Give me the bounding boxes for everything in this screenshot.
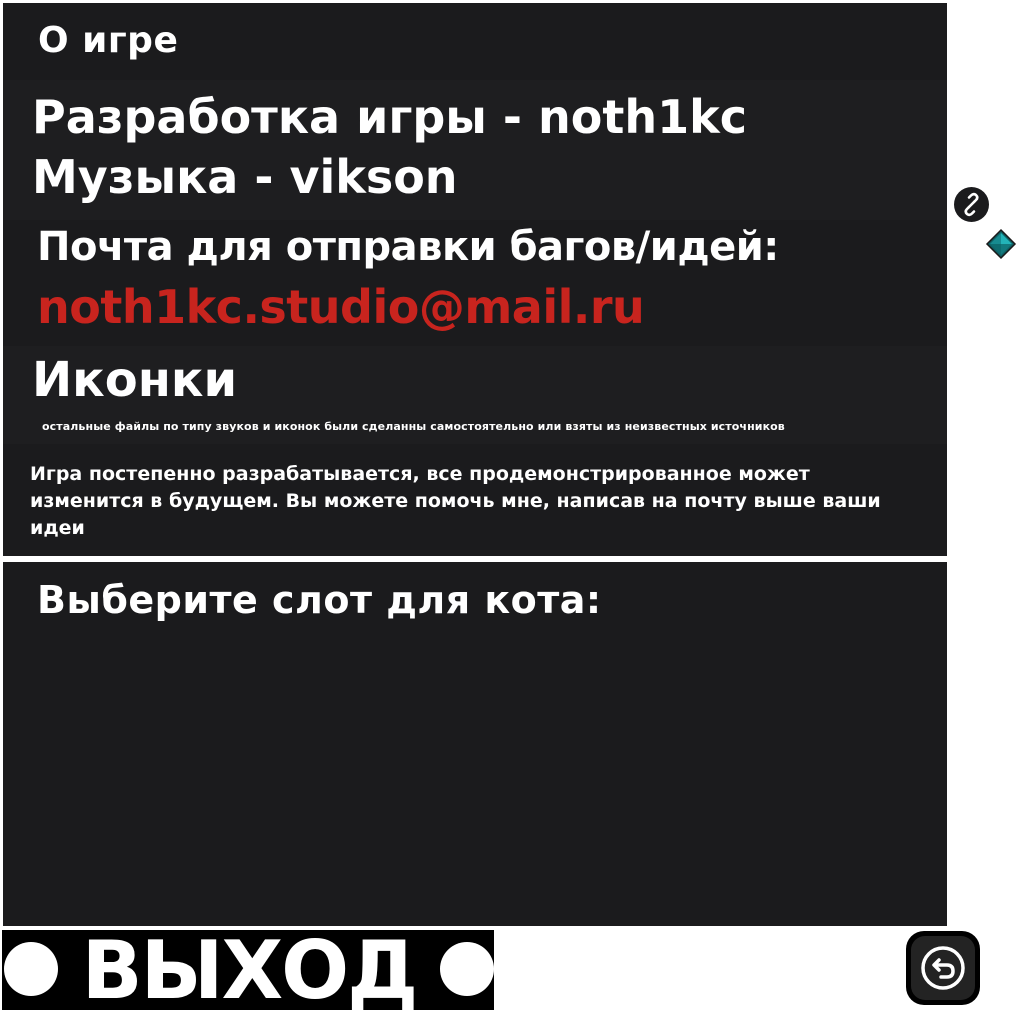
about-title: О игре (38, 20, 179, 61)
back-button-face (911, 936, 975, 1000)
icons-note: остальные файлы по типу звуков и иконок … (42, 420, 785, 433)
slot-select-title: Выберите слот для кота: (37, 578, 602, 622)
exit-label: ВЫХОД (81, 924, 419, 1017)
link-chain-icon (964, 192, 979, 217)
exit-button[interactable]: ВЫХОД (2, 928, 494, 1014)
exit-dot-right (440, 942, 494, 996)
link-button[interactable] (954, 187, 989, 222)
bug-report-email[interactable]: noth1kc.studio@mail.ru (37, 280, 645, 334)
exit-dot-left (4, 942, 58, 996)
credits-music: Музыка - vikson (32, 150, 458, 204)
dev-note: Игра постепенно разрабатывается, все про… (30, 463, 881, 539)
back-button[interactable] (906, 931, 980, 1005)
icons-title: Иконки (32, 352, 238, 408)
credits-dev: Разработка игры - noth1kc (32, 90, 747, 144)
bug-report-label: Почта для отправки багов/идей: (37, 224, 779, 270)
undo-arrow-icon (921, 946, 965, 990)
gem-icon[interactable] (985, 228, 1017, 260)
